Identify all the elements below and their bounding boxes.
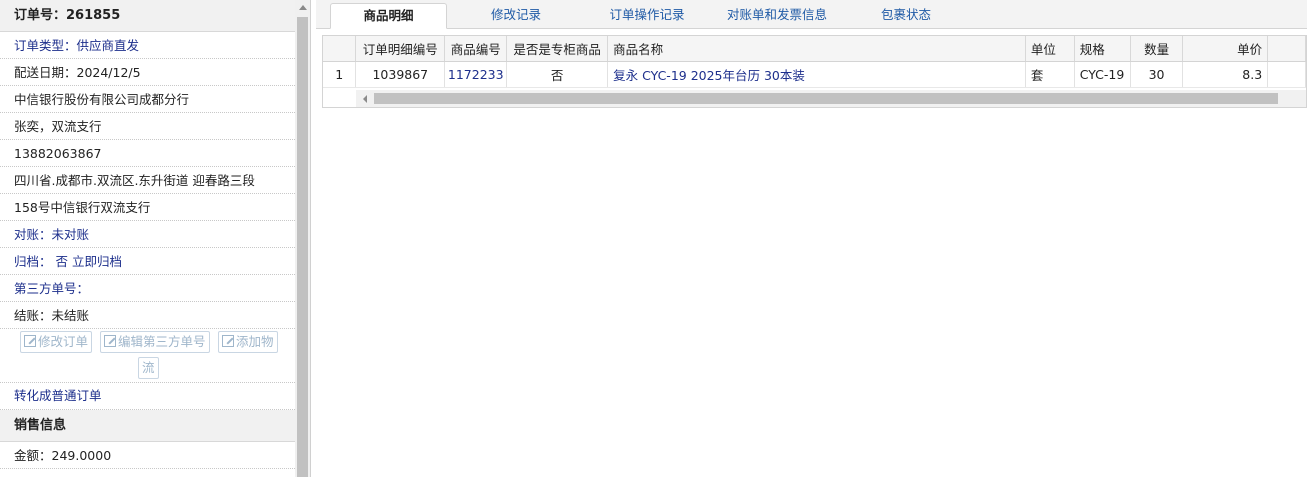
cell-index: 1: [323, 61, 357, 88]
cell-price: 8.3: [1182, 61, 1269, 88]
edit-icon: [24, 335, 36, 347]
add-logistics-button[interactable]: 添加物: [218, 331, 278, 353]
amount-row: 金额：249.0000: [0, 442, 295, 469]
cell-product-name[interactable]: 复永 CYC-19 2025年台历 30本装: [607, 61, 1026, 88]
order-number-title: 订单号：261855: [0, 0, 295, 32]
cell-detail-id: 1039867: [355, 61, 446, 88]
phone-row: 13882063867: [0, 140, 295, 167]
tab-product-details[interactable]: 商品明细: [330, 3, 447, 29]
table-row[interactable]: 1 1039867 1172233 否 复永 CYC-19 2025年台历 30…: [323, 61, 1306, 88]
product-table: 订单明细编号 商品编号 是否是专柜商品 商品名称 单位 规格 数量 单价 1 1…: [323, 36, 1306, 88]
reconcile-label: 对账：: [14, 227, 52, 242]
col-counter[interactable]: 是否是专柜商品: [506, 36, 609, 62]
tab-package-status[interactable]: 包裹状态: [864, 3, 948, 29]
third-party-label: 第三方单号：: [14, 281, 90, 296]
cell-extra: [1267, 61, 1306, 88]
reconcile-row: 对账：未对账: [0, 221, 295, 248]
edit-order-button[interactable]: 修改订单: [20, 331, 93, 353]
tab-reconcile-invoice[interactable]: 对账单和发票信息: [712, 3, 842, 29]
col-product-name[interactable]: 商品名称: [607, 36, 1026, 62]
cell-counter: 否: [506, 61, 609, 88]
horizontal-scrollbar[interactable]: [356, 90, 1306, 107]
cell-unit: 套: [1025, 61, 1075, 88]
scrollbar-thumb[interactable]: [297, 17, 308, 477]
col-index: [323, 36, 357, 62]
order-type-label: 订单类型：: [14, 38, 77, 53]
sales-info-title: 销售信息: [0, 410, 295, 442]
add-logistics-label-2: 流: [142, 360, 155, 375]
col-unit[interactable]: 单位: [1025, 36, 1075, 62]
tab-bar: 商品明细 修改记录 订单操作记录 对账单和发票信息 包裹状态: [316, 0, 1307, 29]
order-type-value: 供应商直发: [76, 38, 140, 53]
archive-value[interactable]: 否 立即归档: [56, 254, 122, 269]
tab-operation-log[interactable]: 订单操作记录: [592, 3, 702, 29]
cell-product-id[interactable]: 1172233: [444, 61, 508, 88]
edit-third-party-button[interactable]: 编辑第三方单号: [100, 331, 210, 353]
col-extra: [1267, 36, 1306, 62]
product-grid: 订单明细编号 商品编号 是否是专柜商品 商品名称 单位 规格 数量 单价 1 1…: [322, 35, 1307, 108]
col-product-id[interactable]: 商品编号: [444, 36, 508, 62]
archive-label: 归档：: [14, 254, 52, 269]
edit-third-party-label: 编辑第三方单号: [118, 334, 206, 349]
archive-row: 归档： 否 立即归档: [0, 248, 295, 275]
detail-panel: 商品明细 修改记录 订单操作记录 对账单和发票信息 包裹状态 订单明细编号 商品…: [316, 0, 1307, 477]
convert-order-row: 转化成普通订单: [0, 383, 295, 410]
address-row-1: 四川省.成都市.双流区.东升街道 迎春路三段: [0, 167, 295, 194]
scroll-up-icon[interactable]: [299, 5, 307, 10]
edit-order-label: 修改订单: [38, 334, 89, 349]
add-logistics-button-wrap[interactable]: 流: [138, 357, 159, 379]
company-row: 中信银行股份有限公司成都分行: [0, 86, 295, 113]
third-party-row: 第三方单号：: [0, 275, 295, 302]
reconcile-value[interactable]: 未对账: [52, 227, 90, 242]
order-info-content: 订单号：261855 订单类型：供应商直发 配送日期：2024/12/5 中信银…: [0, 0, 295, 477]
scroll-left-icon[interactable]: [363, 95, 367, 103]
contact-row: 张奕，双流支行: [0, 113, 295, 140]
edit-icon: [222, 335, 234, 347]
vertical-scrollbar[interactable]: [295, 0, 310, 477]
convert-order-link[interactable]: 转化成普通订单: [14, 388, 102, 403]
address-row-2: 158号中信银行双流支行: [0, 194, 295, 221]
order-info-panel: 订单号：261855 订单类型：供应商直发 配送日期：2024/12/5 中信银…: [0, 0, 311, 477]
settle-row: 结账：未结账: [0, 302, 295, 329]
col-spec[interactable]: 规格: [1074, 36, 1131, 62]
table-header-row: 订单明细编号 商品编号 是否是专柜商品 商品名称 单位 规格 数量 单价: [323, 36, 1306, 62]
edit-icon: [104, 335, 116, 347]
order-type-row: 订单类型：供应商直发: [0, 32, 295, 59]
hscroll-thumb[interactable]: [374, 93, 1278, 104]
col-quantity[interactable]: 数量: [1130, 36, 1184, 62]
col-detail-id[interactable]: 订单明细编号: [355, 36, 446, 62]
col-price[interactable]: 单价: [1182, 36, 1269, 62]
tab-edit-history[interactable]: 修改记录: [466, 3, 566, 29]
delivery-date-row: 配送日期：2024/12/5: [0, 59, 295, 86]
cell-quantity: 30: [1130, 61, 1184, 88]
cell-spec: CYC-19: [1074, 61, 1131, 88]
action-buttons: 修改订单 编辑第三方单号 添加物 流: [0, 329, 295, 383]
add-logistics-label: 添加物: [236, 334, 274, 349]
